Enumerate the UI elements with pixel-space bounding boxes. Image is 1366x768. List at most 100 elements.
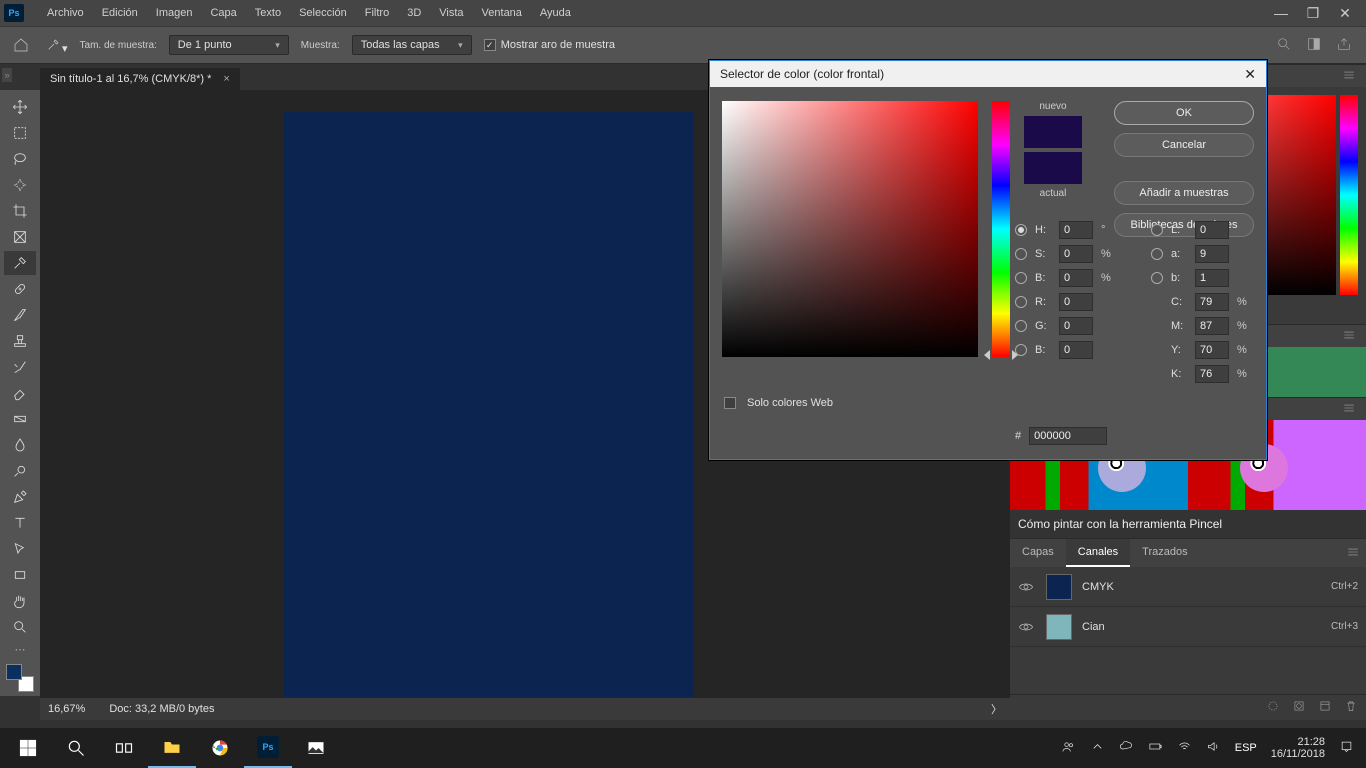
channel-row-cian[interactable]: Cian Ctrl+3: [1010, 607, 1366, 647]
visibility-icon[interactable]: [1018, 621, 1036, 633]
radio-s[interactable]: [1015, 248, 1027, 260]
photoshop-taskbar-icon[interactable]: Ps: [244, 728, 292, 768]
hue-slider[interactable]: [992, 101, 1010, 357]
panel-menu-icon[interactable]: [1342, 401, 1356, 418]
workspace-icon[interactable]: [1306, 36, 1322, 55]
input-y[interactable]: 70: [1195, 341, 1229, 359]
sample-size-select[interactable]: De 1 punto: [169, 35, 289, 55]
document-tab[interactable]: Sin título-1 al 16,7% (CMYK/8*) *×: [40, 67, 240, 90]
panel-menu-icon[interactable]: [1342, 328, 1356, 345]
new-channel-icon[interactable]: [1318, 699, 1332, 716]
hue-strip-panel[interactable]: [1340, 95, 1358, 295]
panel-collapse-handle[interactable]: »: [2, 68, 12, 82]
input-h[interactable]: 0: [1059, 221, 1093, 239]
notifications-icon[interactable]: [1339, 739, 1354, 757]
input-g[interactable]: 0: [1059, 317, 1093, 335]
web-colors-checkbox[interactable]: Solo colores Web: [724, 397, 833, 409]
input-r[interactable]: 0: [1059, 293, 1093, 311]
quick-select-tool[interactable]: [4, 173, 36, 197]
radio-g[interactable]: [1015, 320, 1027, 332]
show-ring-checkbox[interactable]: ✓Mostrar aro de muestra: [484, 39, 615, 51]
sample-select[interactable]: Todas las capas: [352, 35, 472, 55]
menu-imagen[interactable]: Imagen: [147, 0, 202, 26]
input-b-lab[interactable]: 1: [1195, 269, 1229, 287]
dialog-close-icon[interactable]: ✕: [1244, 66, 1256, 83]
zoom-readout[interactable]: 16,67%: [48, 703, 85, 715]
menu-3d[interactable]: 3D: [398, 0, 430, 26]
input-k[interactable]: 76: [1195, 365, 1229, 383]
artboard[interactable]: [284, 112, 694, 697]
window-minimize[interactable]: ―: [1274, 6, 1288, 20]
menu-filtro[interactable]: Filtro: [356, 0, 398, 26]
blur-tool[interactable]: [4, 433, 36, 457]
radio-b-hsb[interactable]: [1015, 272, 1027, 284]
path-select-tool[interactable]: [4, 537, 36, 561]
start-button[interactable]: [4, 728, 52, 768]
move-tool[interactable]: [4, 95, 36, 119]
search-taskbar-icon[interactable]: [52, 728, 100, 768]
panel-menu-icon[interactable]: [1340, 539, 1366, 567]
save-selection-icon[interactable]: [1292, 699, 1306, 716]
cancel-button[interactable]: Cancelar: [1114, 133, 1254, 157]
radio-r[interactable]: [1015, 296, 1027, 308]
dialog-titlebar[interactable]: Selector de color (color frontal) ✕: [710, 61, 1266, 87]
pen-tool[interactable]: [4, 485, 36, 509]
stamp-tool[interactable]: [4, 329, 36, 353]
input-c[interactable]: 79: [1195, 293, 1229, 311]
input-s[interactable]: 0: [1059, 245, 1093, 263]
eyedropper-tool[interactable]: [4, 251, 36, 275]
lasso-tool[interactable]: [4, 147, 36, 171]
chrome-icon[interactable]: [196, 728, 244, 768]
dodge-tool[interactable]: [4, 459, 36, 483]
radio-h[interactable]: [1015, 224, 1027, 236]
language-indicator[interactable]: ESP: [1235, 742, 1257, 754]
menu-seleccion[interactable]: Selección: [290, 0, 356, 26]
current-color-swatch[interactable]: [1024, 152, 1082, 184]
rectangle-tool[interactable]: [4, 563, 36, 587]
tab-trazados[interactable]: Trazados: [1130, 539, 1199, 567]
eyedropper-tool-icon[interactable]: ▾: [46, 36, 68, 55]
menu-texto[interactable]: Texto: [246, 0, 290, 26]
zoom-tool[interactable]: [4, 615, 36, 639]
panel-menu-icon[interactable]: [1342, 68, 1356, 85]
menu-vista[interactable]: Vista: [430, 0, 472, 26]
menu-archivo[interactable]: Archivo: [38, 0, 93, 26]
window-close[interactable]: ✕: [1338, 6, 1352, 20]
tab-canales[interactable]: Canales: [1066, 539, 1130, 567]
crop-tool[interactable]: [4, 199, 36, 223]
people-icon[interactable]: [1061, 739, 1076, 757]
radio-b-rgb[interactable]: [1015, 344, 1027, 356]
volume-icon[interactable]: [1206, 739, 1221, 757]
frame-tool[interactable]: [4, 225, 36, 249]
input-hex[interactable]: 000000: [1029, 427, 1107, 445]
window-restore[interactable]: ❐: [1306, 6, 1320, 20]
input-b-rgb[interactable]: 0: [1059, 341, 1093, 359]
gradient-tool[interactable]: [4, 407, 36, 431]
tab-capas[interactable]: Capas: [1010, 539, 1066, 567]
input-a[interactable]: 9: [1195, 245, 1229, 263]
clock[interactable]: 21:2816/11/2018: [1271, 736, 1325, 760]
brush-tool[interactable]: [4, 303, 36, 327]
home-icon[interactable]: [8, 32, 34, 58]
menu-edicion[interactable]: Edición: [93, 0, 147, 26]
visibility-icon[interactable]: [1018, 581, 1036, 593]
ok-button[interactable]: OK: [1114, 101, 1254, 125]
hand-tool[interactable]: [4, 589, 36, 613]
radio-a[interactable]: [1151, 248, 1163, 260]
delete-icon[interactable]: [1344, 699, 1358, 716]
menu-ventana[interactable]: Ventana: [473, 0, 531, 26]
saturation-brightness-field[interactable]: [722, 101, 978, 357]
wifi-icon[interactable]: [1177, 739, 1192, 757]
radio-b-lab[interactable]: [1151, 272, 1163, 284]
healing-tool[interactable]: [4, 277, 36, 301]
edit-toolbar[interactable]: ⋯: [4, 641, 36, 657]
taskview-icon[interactable]: [100, 728, 148, 768]
file-explorer-icon[interactable]: [148, 728, 196, 768]
input-l[interactable]: 0: [1195, 221, 1229, 239]
share-icon[interactable]: [1336, 36, 1352, 55]
load-selection-icon[interactable]: [1266, 699, 1280, 716]
search-icon[interactable]: [1276, 36, 1292, 55]
close-tab-icon[interactable]: ×: [223, 73, 229, 85]
eraser-tool[interactable]: [4, 381, 36, 405]
input-b-hsb[interactable]: 0: [1059, 269, 1093, 287]
